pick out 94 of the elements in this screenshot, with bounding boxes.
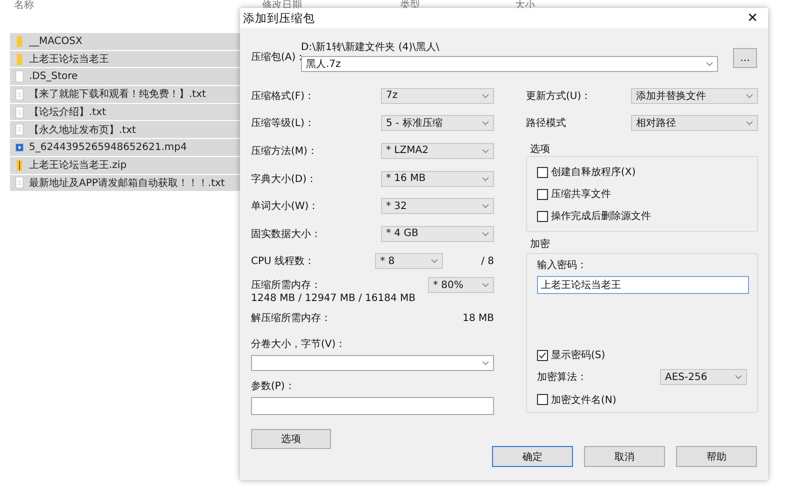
checkbox-label: 创建自释放程序(X) — [551, 166, 636, 180]
folder-icon — [14, 52, 25, 66]
field-label: 参数(P)： — [251, 380, 296, 394]
field-label: 固实数据大小： — [251, 228, 321, 241]
parameters-field[interactable] — [251, 397, 494, 416]
file-name: 【来了就能下载和观看！纯免费！】.txt — [29, 88, 206, 102]
text-file-icon — [14, 106, 25, 119]
chevron-down-icon — [735, 375, 742, 380]
dialog-button[interactable]: 确定 — [492, 446, 573, 468]
chevron-down-icon — [482, 121, 489, 126]
chevron-down-icon — [706, 62, 713, 66]
decompress-memory: 18 MB — [462, 312, 494, 324]
volume-size-field[interactable] — [251, 355, 494, 372]
field-label: 压缩方法(M)： — [251, 144, 318, 158]
memory-usage: 1248 MB / 12947 MB / 16184 MB — [251, 293, 416, 304]
checkbox[interactable] — [537, 188, 548, 200]
file-icon — [14, 70, 25, 84]
file-name: .DS_Store — [29, 71, 78, 82]
dropdown[interactable]: * 4 GB — [381, 226, 494, 242]
field-label: CPU 线程数： — [251, 254, 315, 268]
close-button[interactable]: ✕ — [747, 10, 758, 26]
chevron-down-icon — [482, 94, 489, 98]
file-name: 【论坛介绍】.txt — [29, 106, 106, 120]
field-label: 压缩格式(F)： — [251, 90, 315, 103]
checkbox-label: 压缩共享文件 — [551, 188, 611, 202]
checkbox[interactable] — [537, 166, 548, 178]
file-row[interactable]: 上老王论坛当老王 — [10, 50, 242, 68]
field-label: 单词大小(W)： — [251, 200, 319, 214]
dropdown[interactable]: 添加并替换文件 — [631, 88, 758, 104]
chevron-down-icon — [431, 259, 438, 264]
file-name: 最新地址及APP请发邮箱自动获取！！！.txt — [29, 176, 225, 190]
column-header[interactable]: 名称 — [14, 0, 34, 12]
chevron-down-icon — [482, 176, 489, 181]
chevron-down-icon — [482, 148, 489, 153]
group-title: 加密 — [530, 238, 551, 252]
field-label: 压缩所需内存： — [251, 278, 322, 292]
chevron-down-icon — [482, 283, 489, 288]
dropdown[interactable]: 7z — [381, 88, 494, 104]
text-file-icon — [14, 176, 25, 190]
dropdown[interactable]: * 8 — [375, 253, 444, 270]
field-label: 压缩包(A)： — [251, 51, 301, 64]
thread-max: / 8 — [481, 256, 494, 267]
file-row[interactable]: 上老王论坛当老王.zip — [10, 156, 242, 174]
chevron-down-icon — [482, 204, 489, 208]
chevron-down-icon — [746, 94, 753, 98]
dialog-button[interactable]: 取消 — [584, 446, 665, 468]
dropdown[interactable]: * 16 MB — [381, 170, 494, 187]
window-title: 添加到压缩包 — [243, 10, 315, 26]
chevron-down-icon — [482, 361, 489, 366]
checkbox[interactable] — [537, 210, 548, 222]
chevron-down-icon — [482, 232, 489, 236]
field-label: 输入密码： — [537, 258, 588, 272]
file-row[interactable]: 5_6244395265948652621.mp4 — [10, 139, 242, 157]
checkbox-label: 显示密码(S) — [551, 348, 606, 362]
field-label: 分卷大小，字节(V)： — [251, 338, 347, 352]
field-label: 压缩等级(L)： — [251, 116, 314, 130]
dialog-button[interactable]: 帮助 — [676, 446, 757, 468]
dropdown[interactable]: 相对路径 — [631, 115, 758, 132]
field-label: 字典大小(D)： — [251, 172, 317, 186]
options-button[interactable]: 选项 — [251, 429, 331, 450]
file-row[interactable]: 【来了就能下载和观看！纯免费！】.txt — [10, 86, 242, 104]
file-name: 5_6244395265948652621.mp4 — [29, 142, 187, 153]
browse-button[interactable]: ... — [733, 48, 757, 68]
chevron-down-icon — [746, 121, 753, 126]
file-name: 【永久地址发布页】.txt — [29, 124, 136, 137]
checkbox-label: 加密文件名(N) — [551, 394, 616, 407]
dropdown[interactable]: * 80% — [428, 277, 494, 294]
checkbox-label: 操作完成后删除源文件 — [551, 210, 651, 224]
archive-path: D:\新1转\新建文件夹 (4)\黑人\ — [301, 40, 440, 54]
dropdown[interactable]: AES-256 — [660, 369, 747, 386]
file-row[interactable]: __MACOSX — [10, 33, 242, 51]
zip-folder-icon — [14, 158, 25, 172]
text-file-icon — [14, 123, 25, 136]
field-label: 加密算法： — [537, 370, 587, 384]
file-row[interactable]: 【论坛介绍】.txt — [10, 104, 242, 122]
checkbox[interactable] — [537, 350, 548, 361]
file-row[interactable]: .DS_Store — [10, 68, 242, 86]
folder-icon — [14, 34, 25, 48]
dropdown[interactable]: * 32 — [381, 198, 494, 214]
file-name: 上老王论坛当老王 — [29, 52, 109, 66]
file-row[interactable]: 【永久地址发布页】.txt — [10, 121, 242, 140]
group-title: 选项 — [530, 142, 551, 156]
field-label: 更新方式(U)： — [526, 90, 592, 103]
dropdown[interactable]: * LZMA2 — [381, 142, 494, 159]
text-file-icon — [14, 88, 25, 101]
dropdown[interactable]: 5 - 标准压缩 — [381, 115, 494, 132]
field-label: 解压缩所需内存： — [251, 312, 331, 326]
file-row[interactable]: 最新地址及APP请发邮箱自动获取！！！.txt — [10, 174, 242, 192]
file-name: 上老王论坛当老王.zip — [29, 158, 127, 172]
field-label: 路径模式 — [526, 116, 566, 130]
password-field[interactable]: 上老王论坛当老王 — [537, 276, 749, 294]
archive-name-field[interactable]: 黑人.7z — [301, 56, 718, 72]
checkbox[interactable] — [537, 394, 548, 406]
file-name: __MACOSX — [29, 36, 82, 47]
